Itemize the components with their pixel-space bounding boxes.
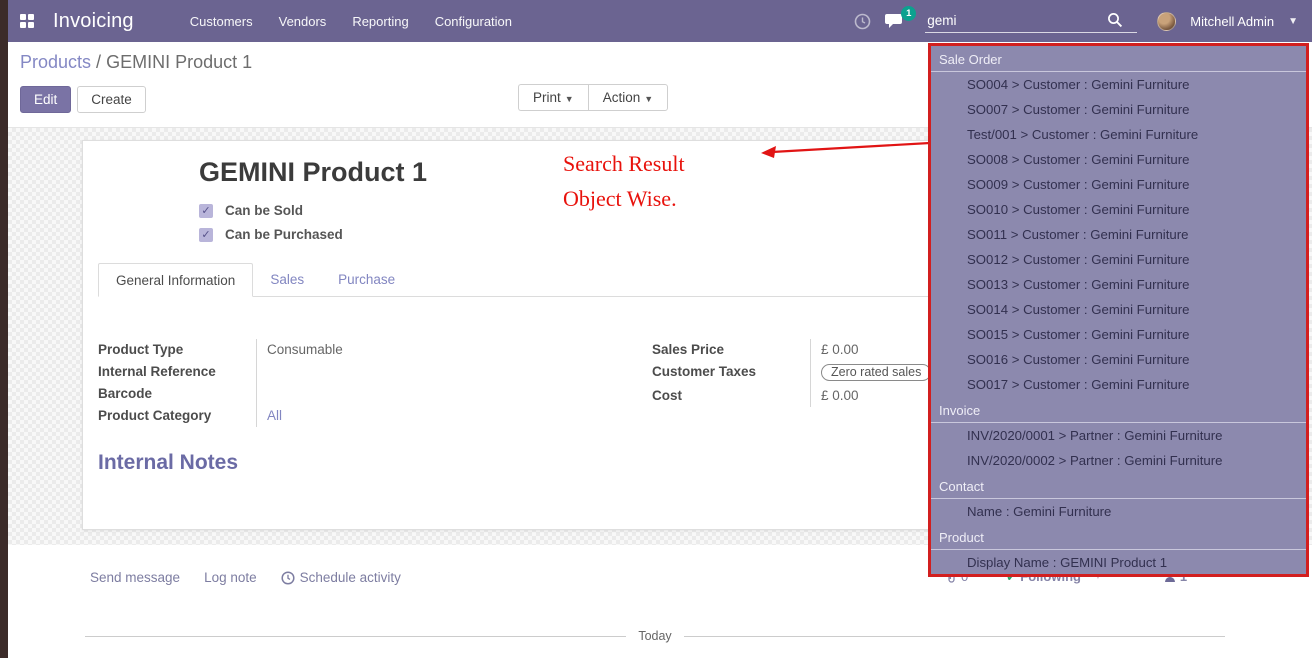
tab-sales[interactable]: Sales (253, 263, 321, 297)
field-label-customer-taxes: Customer Taxes (652, 361, 810, 385)
search-result-item[interactable]: Test/001 > Customer : Gemini Furniture (931, 122, 1306, 147)
clock-icon (281, 571, 295, 585)
screen: Invoicing Customers Vendors Reporting Confi… (0, 0, 1312, 658)
search-result-section: Invoice INV/2020/0001 > Partner : Gemini… (931, 397, 1306, 473)
field-value-product-category[interactable]: All (256, 405, 518, 427)
field-value-internal-reference[interactable] (256, 361, 518, 383)
global-search (925, 10, 1137, 33)
nav-menu-item[interactable]: Reporting (352, 14, 408, 29)
breadcrumb-parent[interactable]: Products (20, 52, 91, 72)
search-result-item[interactable]: Name : Gemini Furniture (931, 499, 1306, 524)
date-divider: Today (85, 629, 1225, 643)
schedule-activity-button[interactable]: Schedule activity (281, 570, 401, 585)
search-result-item[interactable]: INV/2020/0001 > Partner : Gemini Furnitu… (931, 423, 1306, 448)
search-results-panel: Sale Order SO004 > Customer : Gemini Fur… (928, 43, 1309, 577)
search-result-item[interactable]: SO009 > Customer : Gemini Furniture (931, 172, 1306, 197)
nav-menus: Customers Vendors Reporting Configuration (190, 14, 512, 29)
messages-badge: 1 (901, 6, 916, 21)
search-result-item[interactable]: SO014 > Customer : Gemini Furniture (931, 297, 1306, 322)
chevron-down-icon: ▼ (644, 94, 653, 104)
tab-purchase[interactable]: Purchase (321, 263, 412, 297)
apps-grid-icon[interactable] (20, 14, 35, 29)
tax-tag[interactable]: Zero rated sales (821, 364, 931, 381)
can-be-purchased-label: Can be Purchased (225, 227, 343, 242)
can-be-purchased-checkbox[interactable]: ✓ (199, 228, 213, 242)
nav-menu-item[interactable]: Vendors (279, 14, 327, 29)
product-title: GEMINI Product 1 (199, 157, 427, 188)
search-result-item[interactable]: SO004 > Customer : Gemini Furniture (931, 72, 1306, 97)
search-section-header: Sale Order (931, 46, 1306, 72)
user-name[interactable]: Mitchell Admin (1190, 14, 1274, 29)
search-result-item[interactable]: SO011 > Customer : Gemini Furniture (931, 222, 1306, 247)
field-value-product-type[interactable]: Consumable (256, 339, 518, 361)
field-label-product-category: Product Category (98, 405, 256, 427)
search-result-section: Contact Name : Gemini Furniture (931, 473, 1306, 524)
search-result-item[interactable]: SO017 > Customer : Gemini Furniture (931, 372, 1306, 397)
search-result-item[interactable]: SO015 > Customer : Gemini Furniture (931, 322, 1306, 347)
search-icon[interactable] (1107, 12, 1123, 28)
search-result-item[interactable]: SO012 > Customer : Gemini Furniture (931, 247, 1306, 272)
edit-button[interactable]: Edit (20, 86, 71, 113)
send-message-button[interactable]: Send message (90, 570, 180, 585)
chevron-down-icon: ▼ (565, 94, 574, 104)
can-be-sold-checkbox[interactable]: ✓ (199, 204, 213, 218)
internal-notes-heading: Internal Notes (98, 451, 238, 475)
window-edge (0, 0, 8, 658)
breadcrumb-current: GEMINI Product 1 (106, 52, 252, 72)
search-input[interactable] (927, 13, 1107, 28)
action-buttons: Print▼ Action▼ (518, 84, 668, 111)
action-menu-button[interactable]: Action▼ (588, 84, 668, 111)
breadcrumb: Products / GEMINI Product 1 (20, 52, 252, 73)
search-section-header: Invoice (931, 397, 1306, 423)
field-label-sales-price: Sales Price (652, 339, 810, 361)
messages-icon[interactable]: 1 (885, 13, 905, 29)
navbar-right: 1 Mitchell Admin ▼ (854, 10, 1312, 33)
field-label-product-type: Product Type (98, 339, 256, 361)
field-group-left: Product Type Consumable Internal Referen… (98, 339, 518, 427)
nav-menu-item[interactable]: Customers (190, 14, 253, 29)
field-label-cost: Cost (652, 385, 810, 407)
search-result-item[interactable]: SO013 > Customer : Gemini Furniture (931, 272, 1306, 297)
print-menu-button[interactable]: Print▼ (518, 84, 588, 111)
checkbox-group: ✓ Can be Sold ✓ Can be Purchased (199, 203, 343, 242)
field-label-barcode: Barcode (98, 383, 256, 405)
user-menu[interactable] (1157, 12, 1176, 31)
annotation-arrow (758, 134, 933, 164)
search-result-section: Sale Order SO004 > Customer : Gemini Fur… (931, 46, 1306, 397)
search-section-header: Contact (931, 473, 1306, 499)
top-navbar: Invoicing Customers Vendors Reporting Confi… (8, 0, 1312, 42)
app-name[interactable]: Invoicing (53, 10, 134, 33)
field-label-internal-reference: Internal Reference (98, 361, 256, 383)
avatar (1157, 12, 1176, 31)
search-result-item[interactable]: INV/2020/0002 > Partner : Gemini Furnitu… (931, 448, 1306, 473)
search-result-item[interactable]: SO016 > Customer : Gemini Furniture (931, 347, 1306, 372)
can-be-sold-row: ✓ Can be Sold (199, 203, 343, 218)
activities-clock-icon[interactable] (854, 13, 871, 30)
search-result-item[interactable]: SO008 > Customer : Gemini Furniture (931, 147, 1306, 172)
search-result-item[interactable]: Display Name : GEMINI Product 1 (931, 550, 1306, 575)
can-be-purchased-row: ✓ Can be Purchased (199, 227, 343, 242)
nav-menu-item[interactable]: Configuration (435, 14, 512, 29)
search-result-section: Product Display Name : GEMINI Product 1 (931, 524, 1306, 575)
tab-general-information[interactable]: General Information (98, 263, 253, 297)
field-value-barcode[interactable] (256, 383, 518, 405)
annotation-text: Search Result Object Wise. (563, 146, 685, 216)
search-section-header: Product (931, 524, 1306, 550)
breadcrumb-separator: / (91, 52, 106, 72)
chevron-down-icon[interactable]: ▼ (1288, 16, 1298, 27)
create-button[interactable]: Create (77, 86, 146, 113)
search-result-item[interactable]: SO010 > Customer : Gemini Furniture (931, 197, 1306, 222)
can-be-sold-label: Can be Sold (225, 203, 303, 218)
log-note-button[interactable]: Log note (204, 570, 257, 585)
search-result-item[interactable]: SO007 > Customer : Gemini Furniture (931, 97, 1306, 122)
